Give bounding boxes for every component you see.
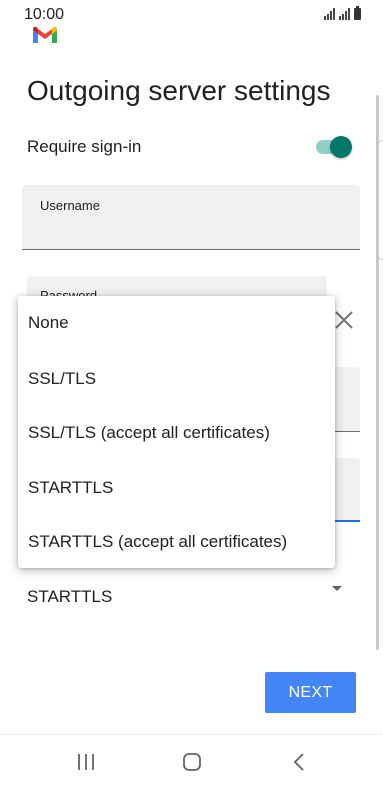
recent-apps-icon[interactable]: [66, 747, 106, 777]
username-field[interactable]: Username: [22, 185, 360, 250]
menu-item-ssl-tls[interactable]: SSL/TLS: [18, 352, 335, 406]
page-title: Outgoing server settings: [27, 75, 331, 106]
status-icons: [324, 6, 361, 20]
menu-item-none[interactable]: None: [18, 296, 335, 350]
security-type-select[interactable]: STARTTLS: [27, 587, 112, 607]
require-signin-toggle[interactable]: [314, 136, 354, 158]
battery-icon: [354, 6, 361, 20]
require-signin-label: Require sign-in: [27, 137, 142, 156]
edge-panel-handle[interactable]: [378, 140, 383, 260]
status-bar: 10:00: [0, 0, 383, 26]
signal-icon: [324, 8, 335, 20]
toggle-thumb: [330, 136, 352, 158]
status-time: 10:00: [24, 6, 65, 23]
menu-item-starttls[interactable]: STARTTLS: [18, 461, 335, 515]
signal-icon: [339, 8, 350, 20]
menu-item-starttls-accept-all[interactable]: STARTTLS (accept all certificates): [18, 515, 335, 569]
menu-item-ssl-tls-accept-all[interactable]: SSL/TLS (accept all certificates): [18, 406, 335, 460]
security-type-dropdown-menu: None SSL/TLS SSL/TLS (accept all certifi…: [18, 296, 335, 568]
next-button[interactable]: NEXT: [265, 672, 356, 713]
dropdown-arrow-icon[interactable]: [332, 586, 342, 591]
username-label: Username: [40, 198, 100, 213]
home-icon[interactable]: [172, 747, 212, 777]
close-icon[interactable]: [333, 309, 355, 331]
back-icon[interactable]: [280, 747, 320, 777]
gmail-logo: [33, 26, 57, 43]
navigation-bar: [0, 735, 383, 788]
